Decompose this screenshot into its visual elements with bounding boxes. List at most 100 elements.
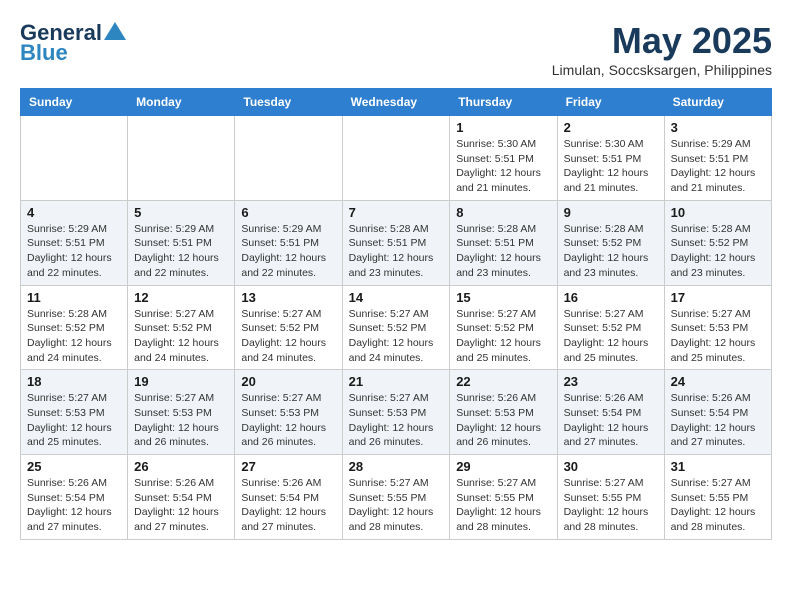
calendar-cell: 26 Sunrise: 5:26 AM Sunset: 5:54 PM Dayli…: [128, 455, 235, 540]
day-number: 3: [671, 120, 765, 135]
day-info: Sunrise: 5:29 AM Sunset: 5:51 PM Dayligh…: [27, 222, 121, 281]
col-header-saturday: Saturday: [664, 89, 771, 116]
calendar-cell: 15 Sunrise: 5:27 AM Sunset: 5:52 PM Dayli…: [450, 285, 557, 370]
calendar-cell: 6 Sunrise: 5:29 AM Sunset: 5:51 PM Daylig…: [235, 200, 342, 285]
calendar-cell: 21 Sunrise: 5:27 AM Sunset: 5:53 PM Dayli…: [342, 370, 450, 455]
col-header-tuesday: Tuesday: [235, 89, 342, 116]
day-info: Sunrise: 5:26 AM Sunset: 5:54 PM Dayligh…: [27, 476, 121, 535]
calendar-cell: [128, 116, 235, 201]
day-info: Sunrise: 5:28 AM Sunset: 5:52 PM Dayligh…: [564, 222, 658, 281]
col-header-sunday: Sunday: [21, 89, 128, 116]
day-info: Sunrise: 5:29 AM Sunset: 5:51 PM Dayligh…: [134, 222, 228, 281]
day-number: 16: [564, 290, 658, 305]
calendar-cell: 23 Sunrise: 5:26 AM Sunset: 5:54 PM Dayli…: [557, 370, 664, 455]
calendar-table: SundayMondayTuesdayWednesdayThursdayFrid…: [20, 88, 772, 540]
calendar-cell: 27 Sunrise: 5:26 AM Sunset: 5:54 PM Dayli…: [235, 455, 342, 540]
day-info: Sunrise: 5:26 AM Sunset: 5:54 PM Dayligh…: [241, 476, 335, 535]
day-info: Sunrise: 5:30 AM Sunset: 5:51 PM Dayligh…: [456, 137, 550, 196]
day-info: Sunrise: 5:27 AM Sunset: 5:55 PM Dayligh…: [349, 476, 444, 535]
day-number: 18: [27, 374, 121, 389]
month-year-title: May 2025: [552, 20, 772, 62]
week-row-4: 18 Sunrise: 5:27 AM Sunset: 5:53 PM Dayli…: [21, 370, 772, 455]
calendar-cell: 9 Sunrise: 5:28 AM Sunset: 5:52 PM Daylig…: [557, 200, 664, 285]
calendar-cell: 24Sunrise: 5:26 AM Sunset: 5:54 PM Dayli…: [664, 370, 771, 455]
day-number: 20: [241, 374, 335, 389]
day-info: Sunrise: 5:27 AM Sunset: 5:55 PM Dayligh…: [564, 476, 658, 535]
day-number: 30: [564, 459, 658, 474]
day-number: 26: [134, 459, 228, 474]
day-info: Sunrise: 5:27 AM Sunset: 5:53 PM Dayligh…: [349, 391, 444, 450]
day-info: Sunrise: 5:27 AM Sunset: 5:55 PM Dayligh…: [456, 476, 550, 535]
day-number: 1: [456, 120, 550, 135]
day-info: Sunrise: 5:27 AM Sunset: 5:52 PM Dayligh…: [456, 307, 550, 366]
calendar-cell: 29Sunrise: 5:27 AM Sunset: 5:55 PM Dayli…: [450, 455, 557, 540]
day-number: 17: [671, 290, 765, 305]
col-header-wednesday: Wednesday: [342, 89, 450, 116]
col-header-monday: Monday: [128, 89, 235, 116]
day-number: 2: [564, 120, 658, 135]
calendar-cell: 16 Sunrise: 5:27 AM Sunset: 5:52 PM Dayli…: [557, 285, 664, 370]
calendar-cell: 22Sunrise: 5:26 AM Sunset: 5:53 PM Dayli…: [450, 370, 557, 455]
calendar-cell: 3 Sunrise: 5:29 AM Sunset: 5:51 PM Daylig…: [664, 116, 771, 201]
col-header-thursday: Thursday: [450, 89, 557, 116]
calendar-cell: 5 Sunrise: 5:29 AM Sunset: 5:51 PM Daylig…: [128, 200, 235, 285]
day-info: Sunrise: 5:29 AM Sunset: 5:51 PM Dayligh…: [671, 137, 765, 196]
day-number: 14: [349, 290, 444, 305]
day-number: 31: [671, 459, 765, 474]
day-number: 23: [564, 374, 658, 389]
page-header: General Blue May 2025 Limulan, Soccsksar…: [20, 20, 772, 78]
day-info: Sunrise: 5:28 AM Sunset: 5:51 PM Dayligh…: [349, 222, 444, 281]
day-info: Sunrise: 5:27 AM Sunset: 5:52 PM Dayligh…: [564, 307, 658, 366]
day-info: Sunrise: 5:27 AM Sunset: 5:53 PM Dayligh…: [241, 391, 335, 450]
title-section: May 2025 Limulan, Soccsksargen, Philippi…: [552, 20, 772, 78]
day-info: Sunrise: 5:27 AM Sunset: 5:52 PM Dayligh…: [134, 307, 228, 366]
week-row-1: 1 Sunrise: 5:30 AM Sunset: 5:51 PM Daylig…: [21, 116, 772, 201]
day-number: 4: [27, 205, 121, 220]
day-number: 12: [134, 290, 228, 305]
calendar-cell: 2 Sunrise: 5:30 AM Sunset: 5:51 PM Daylig…: [557, 116, 664, 201]
calendar-cell: [235, 116, 342, 201]
day-info: Sunrise: 5:28 AM Sunset: 5:51 PM Dayligh…: [456, 222, 550, 281]
day-info: Sunrise: 5:29 AM Sunset: 5:51 PM Dayligh…: [241, 222, 335, 281]
day-number: 9: [564, 205, 658, 220]
day-number: 19: [134, 374, 228, 389]
logo-blue: Blue: [20, 40, 68, 66]
day-number: 21: [349, 374, 444, 389]
calendar-cell: 8Sunrise: 5:28 AM Sunset: 5:51 PM Daylig…: [450, 200, 557, 285]
day-number: 10: [671, 205, 765, 220]
calendar-cell: 28 Sunrise: 5:27 AM Sunset: 5:55 PM Dayli…: [342, 455, 450, 540]
calendar-cell: 17Sunrise: 5:27 AM Sunset: 5:53 PM Dayli…: [664, 285, 771, 370]
day-info: Sunrise: 5:27 AM Sunset: 5:53 PM Dayligh…: [27, 391, 121, 450]
calendar-cell: 31Sunrise: 5:27 AM Sunset: 5:55 PM Dayli…: [664, 455, 771, 540]
day-info: Sunrise: 5:30 AM Sunset: 5:51 PM Dayligh…: [564, 137, 658, 196]
day-number: 15: [456, 290, 550, 305]
day-info: Sunrise: 5:26 AM Sunset: 5:54 PM Dayligh…: [671, 391, 765, 450]
calendar-cell: 14 Sunrise: 5:27 AM Sunset: 5:52 PM Dayli…: [342, 285, 450, 370]
day-number: 25: [27, 459, 121, 474]
day-number: 5: [134, 205, 228, 220]
day-info: Sunrise: 5:27 AM Sunset: 5:53 PM Dayligh…: [134, 391, 228, 450]
calendar-cell: 19 Sunrise: 5:27 AM Sunset: 5:53 PM Dayli…: [128, 370, 235, 455]
day-info: Sunrise: 5:27 AM Sunset: 5:52 PM Dayligh…: [349, 307, 444, 366]
day-info: Sunrise: 5:28 AM Sunset: 5:52 PM Dayligh…: [671, 222, 765, 281]
calendar-cell: 1 Sunrise: 5:30 AM Sunset: 5:51 PM Daylig…: [450, 116, 557, 201]
calendar-cell: 10 Sunrise: 5:28 AM Sunset: 5:52 PM Dayli…: [664, 200, 771, 285]
location-subtitle: Limulan, Soccsksargen, Philippines: [552, 62, 772, 78]
calendar-cell: [21, 116, 128, 201]
day-number: 13: [241, 290, 335, 305]
day-number: 27: [241, 459, 335, 474]
day-info: Sunrise: 5:28 AM Sunset: 5:52 PM Dayligh…: [27, 307, 121, 366]
day-info: Sunrise: 5:26 AM Sunset: 5:54 PM Dayligh…: [564, 391, 658, 450]
calendar-cell: 11 Sunrise: 5:28 AM Sunset: 5:52 PM Dayli…: [21, 285, 128, 370]
day-number: 7: [349, 205, 444, 220]
day-info: Sunrise: 5:26 AM Sunset: 5:54 PM Dayligh…: [134, 476, 228, 535]
calendar-cell: 25 Sunrise: 5:26 AM Sunset: 5:54 PM Dayli…: [21, 455, 128, 540]
week-row-3: 11 Sunrise: 5:28 AM Sunset: 5:52 PM Dayli…: [21, 285, 772, 370]
calendar-cell: 20 Sunrise: 5:27 AM Sunset: 5:53 PM Dayli…: [235, 370, 342, 455]
day-number: 11: [27, 290, 121, 305]
day-number: 6: [241, 205, 335, 220]
calendar-cell: [342, 116, 450, 201]
calendar-cell: 18 Sunrise: 5:27 AM Sunset: 5:53 PM Dayli…: [21, 370, 128, 455]
day-number: 22: [456, 374, 550, 389]
day-number: 28: [349, 459, 444, 474]
